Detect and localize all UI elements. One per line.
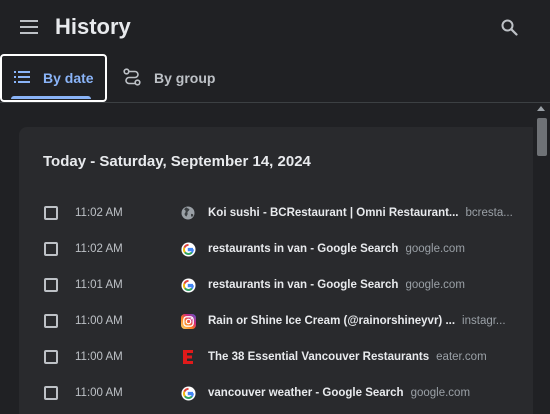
- entry-title-link[interactable]: Rain or Shine Ice Cream (@rainorshineyvr…: [208, 315, 455, 327]
- scrollbar-thumb[interactable]: [537, 118, 547, 156]
- list-icon: [14, 70, 30, 86]
- entry-text: vancouver weather - Google Search google.…: [208, 387, 513, 399]
- entry-checkbox[interactable]: [44, 278, 58, 292]
- selected-tab-indicator: [11, 96, 91, 99]
- history-entry[interactable]: 11:00 AM vancouver weather - Google Sear…: [19, 375, 533, 411]
- history-entry[interactable]: 11:00 AM The 38 Essential Vancouver Rest…: [19, 339, 533, 375]
- tab-bar: By date By group: [0, 54, 550, 103]
- entry-domain: google.com: [405, 243, 465, 255]
- entry-time: 11:00 AM: [75, 351, 123, 363]
- entry-checkbox[interactable]: [44, 386, 58, 400]
- entry-title-link[interactable]: The 38 Essential Vancouver Restaurants: [208, 351, 429, 363]
- entry-domain: instagr...: [462, 315, 506, 327]
- entry-title-link[interactable]: restaurants in van - Google Search: [208, 279, 398, 291]
- eater-icon: [180, 349, 196, 365]
- entry-text: restaurants in van - Google Search google…: [208, 279, 513, 291]
- entry-title-link[interactable]: vancouver weather - Google Search: [208, 387, 404, 399]
- tab-by-date[interactable]: By date: [0, 54, 107, 102]
- entry-time: 11:02 AM: [75, 207, 123, 219]
- entry-text: restaurants in van - Google Search google…: [208, 243, 513, 255]
- entry-title-link[interactable]: restaurants in van - Google Search: [208, 243, 398, 255]
- page-title: History: [55, 14, 131, 39]
- history-page: History By date By group Today - Saturda…: [0, 0, 550, 414]
- entry-text: The 38 Essential Vancouver Restaurants ea…: [208, 351, 513, 363]
- entry-checkbox[interactable]: [44, 242, 58, 256]
- header: History: [0, 0, 550, 54]
- tab-by-date-label: By date: [43, 70, 94, 86]
- entry-text: Rain or Shine Ice Cream (@rainorshineyvr…: [208, 315, 513, 327]
- google-icon: [180, 385, 196, 401]
- google-icon: [180, 241, 196, 257]
- history-entry[interactable]: 11:01 AM restaurants in van - Google Sea…: [19, 267, 533, 303]
- tab-by-group[interactable]: By group: [121, 54, 231, 102]
- journeys-icon: [123, 67, 141, 89]
- entry-title-link[interactable]: Koi sushi - BCRestaurant | Omni Restaura…: [208, 207, 459, 219]
- scrollbar[interactable]: [533, 103, 550, 414]
- entry-domain: google.com: [405, 279, 465, 291]
- entry-domain: bcresta...: [465, 207, 513, 219]
- hamburger-menu-icon[interactable]: [14, 12, 44, 42]
- tabs-divider: [0, 102, 550, 103]
- history-entry[interactable]: 11:00 AM Rain or Shine Ice Cream (@raino…: [19, 303, 533, 339]
- instagram-icon: [180, 313, 196, 329]
- history-card: Today - Saturday, September 14, 2024 11:…: [19, 127, 539, 414]
- search-icon[interactable]: [494, 12, 524, 42]
- entry-time: 11:01 AM: [75, 279, 123, 291]
- entry-checkbox[interactable]: [44, 206, 58, 220]
- entry-time: 11:00 AM: [75, 387, 123, 399]
- entry-text: Koi sushi - BCRestaurant | Omni Restaura…: [208, 207, 513, 219]
- globe-icon: [180, 205, 196, 221]
- date-heading: Today - Saturday, September 14, 2024: [43, 153, 311, 170]
- history-entry[interactable]: 11:02 AM restaurants in van - Google Sea…: [19, 231, 533, 267]
- entry-domain: eater.com: [436, 351, 487, 363]
- entry-time: 11:02 AM: [75, 243, 123, 255]
- scroll-up-arrow-icon[interactable]: [537, 106, 545, 111]
- tab-by-group-label: By group: [154, 70, 216, 86]
- history-entry[interactable]: 11:02 AM Koi sushi - BCRestaurant | Omni…: [19, 195, 533, 231]
- entry-time: 11:00 AM: [75, 315, 123, 327]
- entry-checkbox[interactable]: [44, 314, 58, 328]
- entry-domain: google.com: [410, 387, 471, 399]
- entry-checkbox[interactable]: [44, 350, 58, 364]
- google-icon: [180, 277, 196, 293]
